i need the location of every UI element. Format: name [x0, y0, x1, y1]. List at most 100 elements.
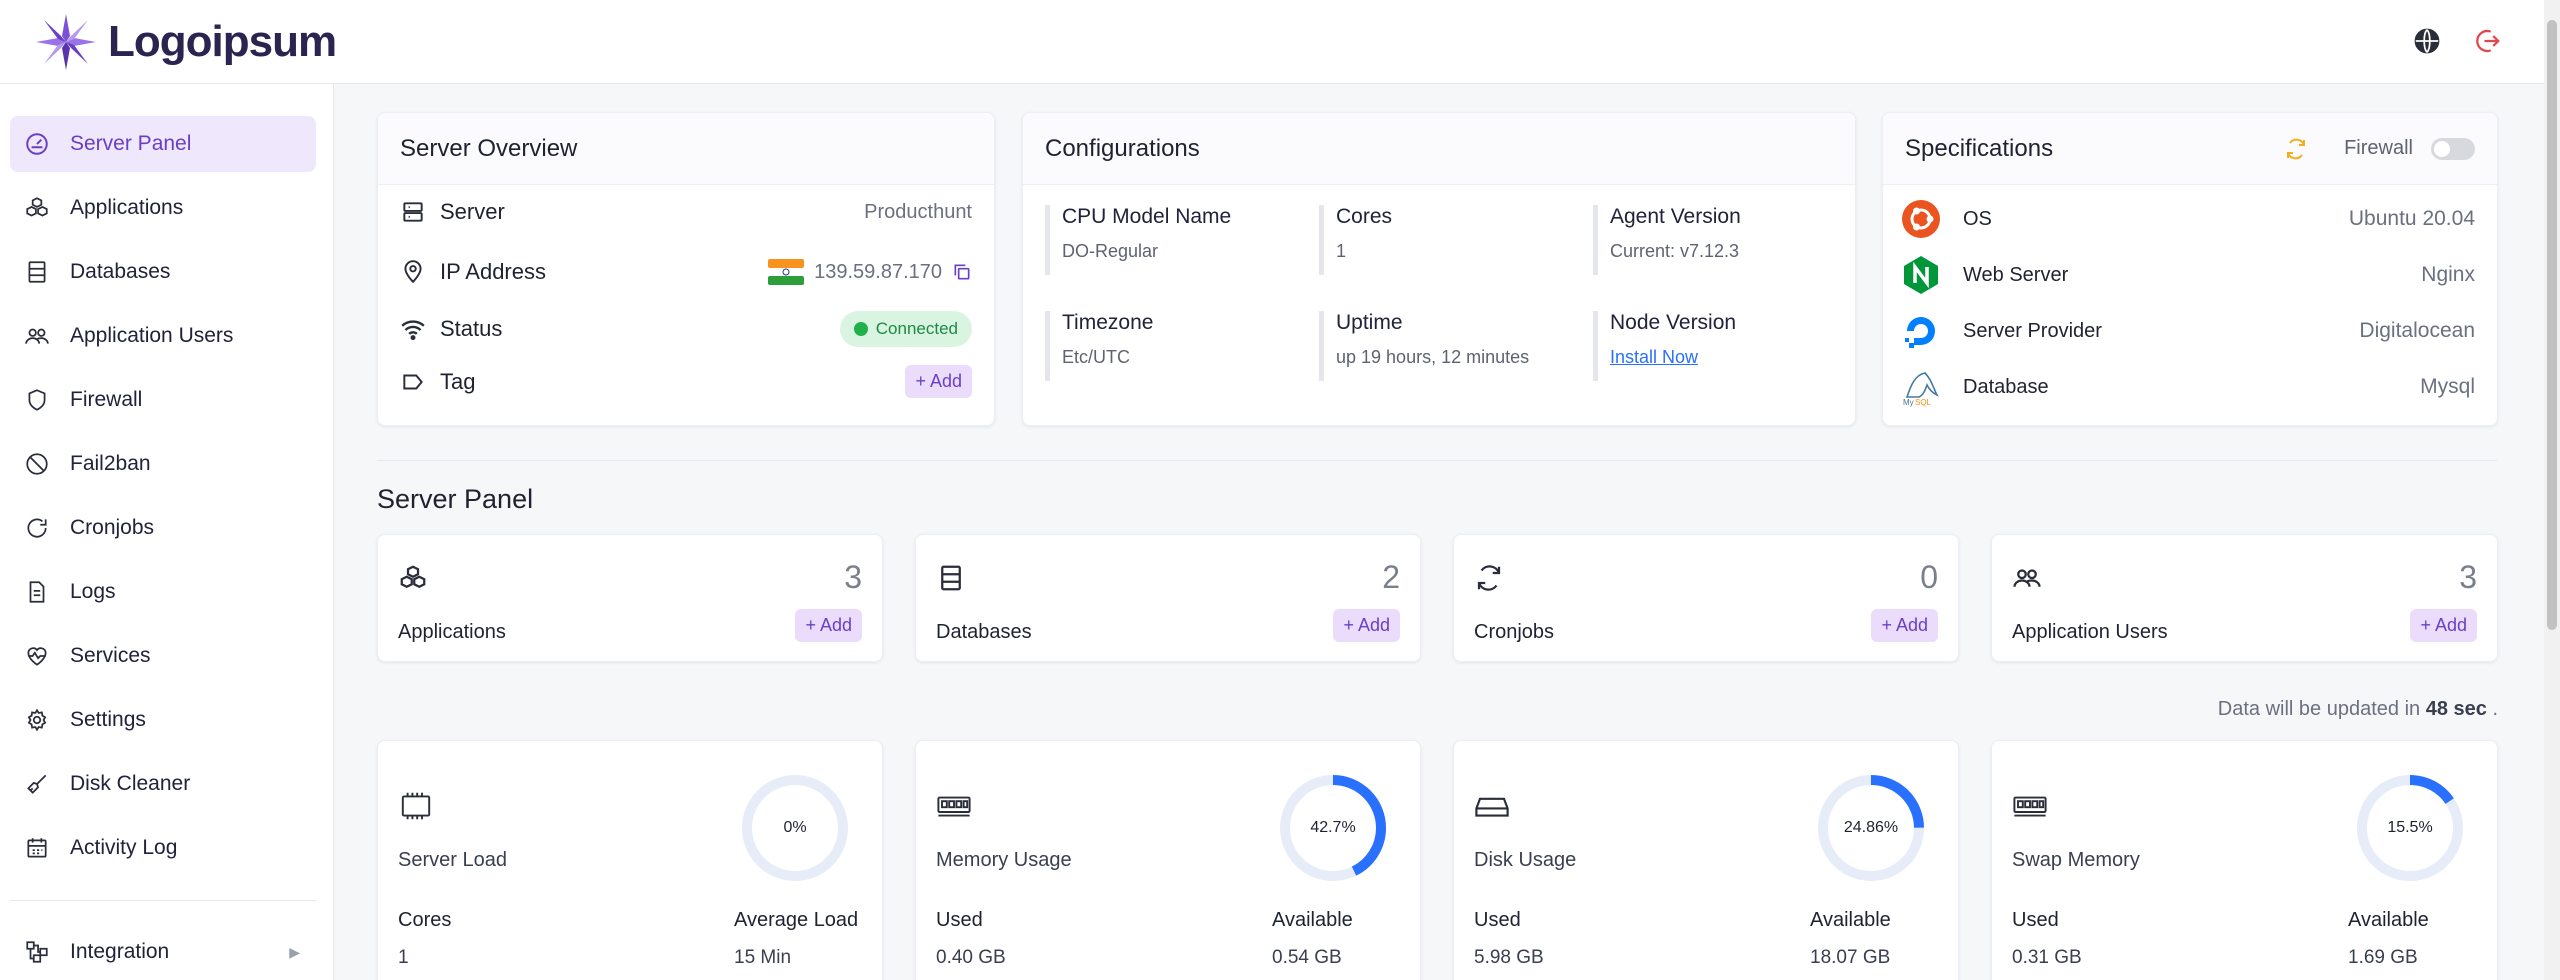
broom-icon — [27, 774, 47, 794]
globe-icon[interactable] — [2412, 26, 2442, 56]
configurations-card: Configurations CPU Model Name DO-Regular … — [1022, 112, 1856, 426]
ip-label: IP Address — [440, 259, 546, 284]
left-value: 0.40 GB — [936, 947, 1006, 968]
sidebar-item-databases[interactable]: Databases — [10, 244, 316, 300]
left-key: Used — [2012, 909, 2059, 931]
stat-card-application-users[interactable]: 3 Application Users + Add — [1991, 534, 2498, 662]
sidebar: Server Panel Applications Databases Appl… — [0, 84, 334, 980]
stat-label: Databases — [936, 621, 1032, 643]
left-value: 0.31 GB — [2012, 947, 2082, 968]
cubes-icon — [400, 565, 426, 589]
right-key: Available — [1272, 909, 1353, 931]
config-cpu-model: CPU Model Name DO-Regular — [1045, 205, 1231, 275]
left-key: Cores — [398, 909, 452, 931]
server-row: Server Producthunt — [400, 199, 972, 225]
config-uptime: Uptime up 19 hours, 12 minutes — [1319, 311, 1529, 381]
page-scrollbar[interactable] — [2544, 0, 2560, 980]
right-value: 1.69 GB — [2348, 947, 2418, 968]
config-timezone: Timezone Etc/UTC — [1045, 311, 1153, 381]
spec-database: My SQL Database Mysql — [1901, 367, 2475, 407]
stat-card-databases[interactable]: 2 Databases + Add — [915, 534, 1421, 662]
sidebar-item-server-panel[interactable]: Server Panel — [10, 116, 316, 172]
section-divider — [377, 460, 2497, 461]
sidebar-item-label: Server Panel — [70, 132, 192, 155]
server-overview-card: Server Overview Server Producthunt IP Ad… — [377, 112, 995, 426]
sidebar-item-settings[interactable]: Settings — [10, 692, 316, 748]
brand-name: Logoipsum — [108, 17, 337, 66]
stat-count: 2 — [1382, 559, 1400, 595]
left-key: Used — [1474, 909, 1521, 931]
add-tag-button[interactable]: + Add — [905, 365, 972, 398]
copy-icon[interactable] — [952, 262, 972, 282]
sidebar-item-cronjobs[interactable]: Cronjobs — [10, 500, 316, 556]
memory-icon — [937, 796, 971, 817]
tag-icon — [403, 374, 423, 389]
config-node-version: Node Version Install Now — [1593, 311, 1736, 381]
right-key: Available — [1810, 909, 1891, 931]
add-application-button[interactable]: + Add — [795, 609, 862, 642]
server-icon — [403, 202, 423, 222]
add-database-button[interactable]: + Add — [1333, 609, 1400, 642]
section-title: Server Panel — [377, 484, 534, 514]
file-icon — [29, 581, 45, 603]
ubuntu-icon — [1902, 200, 1940, 238]
cubes-icon — [26, 197, 48, 217]
hard-drive-icon — [1475, 797, 1509, 817]
chevron-right-icon: ▶ — [289, 943, 300, 960]
sync-icon[interactable] — [2284, 137, 2308, 161]
sidebar-item-firewall[interactable]: Firewall — [10, 372, 316, 428]
nginx-icon — [1904, 256, 1938, 294]
svg-text:My: My — [1903, 398, 1914, 407]
stat-count: 3 — [2459, 559, 2477, 595]
sidebar-item-label: Services — [70, 644, 151, 667]
usage-percent: 24.86% — [1843, 819, 1899, 836]
brand-logo[interactable]: Logoipsum — [34, 12, 337, 72]
india-flag-icon — [768, 259, 805, 285]
install-now-link[interactable]: Install Now — [1610, 347, 1736, 368]
heartbeat-icon — [27, 647, 47, 666]
update-note: Data will be updated in 48 sec . — [2217, 698, 2498, 720]
sidebar-item-applications[interactable]: Applications — [10, 180, 316, 236]
resource-label: Memory Usage — [936, 849, 1072, 871]
sidebar-item-label: Disk Cleaner — [70, 772, 191, 795]
spec-web-server: Web Server Nginx — [1901, 255, 2475, 295]
sidebar-item-application-users[interactable]: Application Users — [10, 308, 316, 364]
logout-icon[interactable] — [2472, 26, 2502, 56]
specifications-card: Specifications Firewall OS Ubuntu 20.04 W… — [1882, 112, 2498, 426]
card-title: Specifications — [1905, 134, 2054, 162]
sidebar-item-fail2ban[interactable]: Fail2ban — [10, 436, 316, 492]
scrollbar-thumb[interactable] — [2547, 20, 2557, 630]
right-value: 18.07 GB — [1810, 947, 1891, 968]
resource-card: Server Load 0% Cores Average Load 1 15 M… — [377, 740, 883, 980]
left-value: 5.98 GB — [1474, 947, 1544, 968]
sidebar-item-activity-log[interactable]: Activity Log — [10, 820, 316, 876]
add-cronjob-button[interactable]: + Add — [1871, 609, 1938, 642]
resource-card: Swap Memory 15.5% Used Available 0.31 GB… — [1991, 740, 2498, 980]
sidebar-item-services[interactable]: Services — [10, 628, 316, 684]
config-agent-version: Agent Version Current: v7.12.3 — [1593, 205, 1741, 275]
gear-icon — [27, 708, 47, 732]
server-value: Producthunt — [864, 200, 972, 223]
users-icon — [2013, 569, 2041, 587]
stat-card-applications[interactable]: 3 Applications + Add — [377, 534, 883, 662]
firewall-toggle[interactable] — [2431, 137, 2475, 160]
resource-card: Disk Usage 24.86% Used Available 5.98 GB… — [1453, 740, 1959, 980]
sidebar-item-label: Databases — [70, 260, 171, 283]
add-application-user-button[interactable]: + Add — [2410, 609, 2477, 642]
spec-server-provider: Server Provider Digitalocean — [1901, 311, 2475, 351]
stat-card-cronjobs[interactable]: 0 Cronjobs + Add — [1453, 534, 1959, 662]
refresh-icon — [27, 518, 47, 538]
right-key: Available — [2348, 909, 2429, 931]
resource-label: Swap Memory — [2012, 849, 2140, 871]
stat-label: Application Users — [2012, 621, 2168, 643]
digitalocean-icon — [1905, 317, 1935, 348]
sidebar-item-disk-cleaner[interactable]: Disk Cleaner — [10, 756, 316, 812]
refresh-icon — [1477, 565, 1501, 591]
sidebar-item-integration[interactable]: Integration ▶ — [10, 924, 316, 980]
stat-count: 3 — [844, 559, 862, 595]
sidebar-item-logs[interactable]: Logs — [10, 564, 316, 620]
top-bar: Logoipsum — [0, 0, 2544, 84]
resource-label: Disk Usage — [1474, 849, 1577, 871]
sidebar-item-label: Activity Log — [70, 836, 178, 859]
status-label: Status — [440, 316, 503, 341]
